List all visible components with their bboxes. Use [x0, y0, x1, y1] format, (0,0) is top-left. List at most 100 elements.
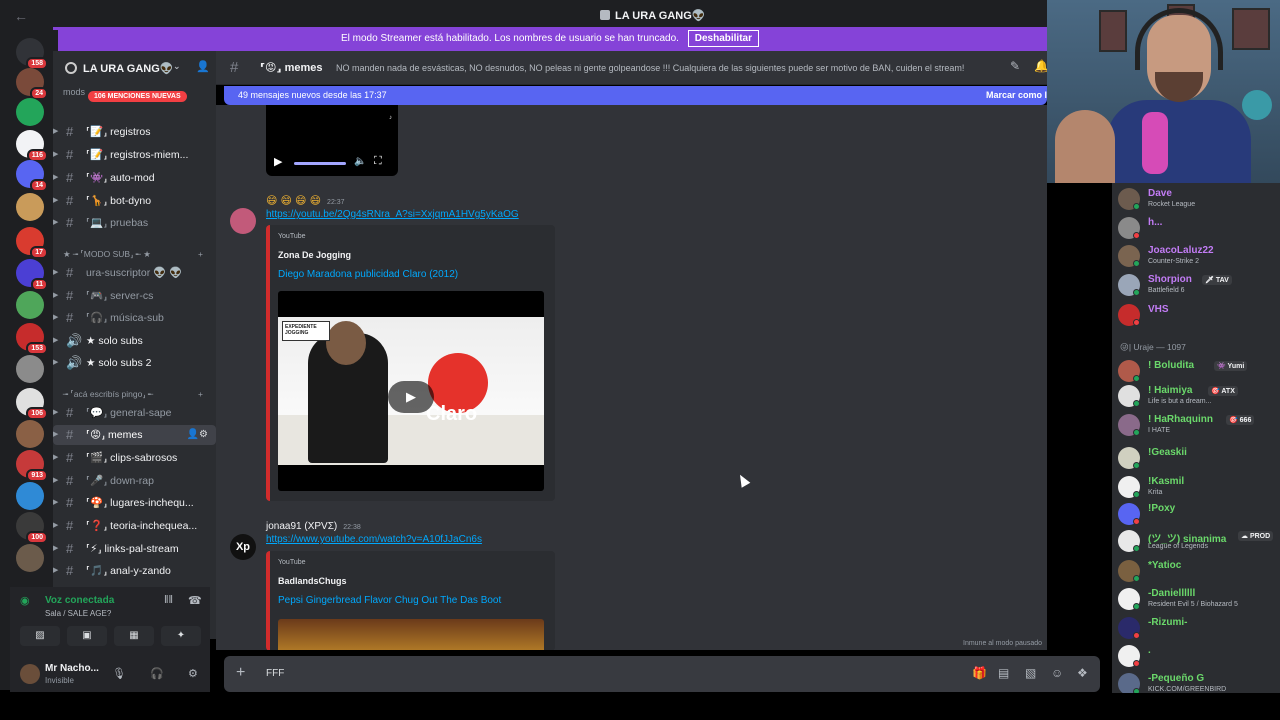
invite-people-icon[interactable]: 👤: [196, 60, 210, 73]
avatar[interactable]: [230, 208, 256, 234]
channel-item[interactable]: ▶ # ⸢🎮⸥ server-cs: [53, 286, 216, 306]
expand-arrow-icon[interactable]: ▶: [53, 122, 58, 142]
member-item[interactable]: h...: [1118, 215, 1278, 241]
expand-arrow-icon[interactable]: ▶: [53, 403, 58, 423]
channel-item[interactable]: ▶ # ⸢⚡⸥ links-pal-stream: [53, 539, 216, 559]
microphone-icon[interactable]: 🎙: [112, 667, 126, 680]
camera-off-button[interactable]: ▨: [20, 626, 60, 646]
channel-item[interactable]: ▶ # ⸢🎧⸥ música-sub: [53, 308, 216, 328]
channel-item[interactable]: ▶ # ⸢❓⸥ teoria-inchequea...: [53, 516, 216, 536]
server-icon[interactable]: [16, 98, 44, 126]
avatar[interactable]: Xp: [230, 534, 256, 560]
server-icon[interactable]: 913: [16, 450, 48, 482]
gear-icon[interactable]: ⚙: [188, 667, 198, 680]
screen-share-button[interactable]: ▣: [67, 626, 107, 646]
expand-arrow-icon[interactable]: ▶: [53, 145, 58, 165]
channel-item[interactable]: ▶ 🔊 ★ solo subs: [53, 331, 216, 351]
progress-bar[interactable]: [294, 162, 346, 165]
server-icon[interactable]: 14: [16, 160, 48, 192]
member-item[interactable]: !Poxy: [1118, 501, 1278, 527]
server-icon[interactable]: [16, 482, 44, 510]
server-header[interactable]: LA URA GANG👽 ⌄ 👤: [53, 51, 216, 85]
expand-arrow-icon[interactable]: ▶: [53, 331, 58, 351]
add-channel-icon[interactable]: +: [198, 389, 203, 399]
expand-arrow-icon[interactable]: ▶: [53, 308, 58, 328]
message-link[interactable]: https://youtu.be/2Qg4sRNra_A?si=XxjqmA1H…: [266, 209, 519, 220]
noise-suppression-icon[interactable]: ǁǁ: [164, 594, 173, 606]
disconnect-icon[interactable]: ☎: [188, 594, 202, 607]
member-item[interactable]: VHS: [1118, 302, 1278, 328]
embed-channel[interactable]: BadlandsChugs: [278, 576, 347, 586]
message-composer[interactable]: + FFF 🎁 ▤ ▧ ☺ ❖: [224, 656, 1100, 692]
headphones-icon[interactable]: 🎧: [150, 667, 164, 680]
expand-arrow-icon[interactable]: ▶: [53, 168, 58, 188]
channel-item[interactable]: ▶ # ⸢🎤⸥ down-rap: [53, 471, 216, 491]
server-icon[interactable]: [16, 544, 44, 572]
channel-item[interactable]: ▶ 🔊 ★ solo subs 2: [53, 353, 216, 373]
expand-arrow-icon[interactable]: ▶: [53, 516, 58, 536]
expand-arrow-icon[interactable]: ▶: [53, 471, 58, 491]
expand-arrow-icon[interactable]: ▶: [53, 286, 58, 306]
new-messages-bar[interactable]: 49 mensajes nuevos desde las 17:37 Marca…: [224, 86, 1047, 105]
message-author[interactable]: jonaa91 (ΧΡVΣ) 22:38: [266, 521, 361, 532]
expand-arrow-icon[interactable]: ▶: [53, 448, 58, 468]
expand-arrow-icon[interactable]: ▶: [53, 263, 58, 283]
threads-icon[interactable]: ✎: [1010, 59, 1020, 73]
play-icon[interactable]: ▶: [274, 155, 282, 168]
gif-icon[interactable]: ▤: [998, 666, 1009, 680]
member-item[interactable]: JoacoLaluz22 Counter-Strike 2: [1118, 243, 1278, 269]
server-icon[interactable]: 17: [16, 227, 48, 259]
user-name[interactable]: Mr Nacho...: [45, 663, 99, 674]
channel-item[interactable]: ▶ # ⸢📝⸥ registros-miem...: [53, 145, 216, 165]
channel-item[interactable]: ▶ # ⸢🦒⸥ bot-dyno: [53, 191, 216, 211]
apps-icon[interactable]: ❖: [1077, 666, 1088, 680]
channel-item[interactable]: ▶ # ura-suscriptor 👽 👽: [53, 263, 216, 283]
embed-title-link[interactable]: Diego Maradona publicidad Claro (2012): [278, 269, 458, 280]
play-icon[interactable]: ▶: [388, 381, 434, 413]
embed-channel[interactable]: Zona De Jogging: [278, 250, 351, 260]
expand-arrow-icon[interactable]: ▶: [53, 191, 58, 211]
member-item[interactable]: Shorpion Battlefield 6 🗡 TAV: [1118, 272, 1278, 298]
add-channel-icon[interactable]: +: [198, 249, 203, 259]
member-item[interactable]: !Kasmil Krita: [1118, 474, 1278, 500]
new-mentions-pill[interactable]: 106 MENCIONES NUEVAS: [88, 91, 187, 102]
member-item[interactable]: ! Boludita 👾 Yumi: [1118, 358, 1278, 384]
category-header[interactable]: ★ ╼ ⸢MODO SUB⸥ ╾ ★ +: [63, 249, 203, 260]
gift-icon[interactable]: 🎁: [972, 666, 987, 680]
expand-arrow-icon[interactable]: ▶: [53, 213, 58, 233]
member-item[interactable]: !Geaskii: [1118, 445, 1278, 471]
channel-settings-icon[interactable]: 👤⚙: [187, 425, 208, 445]
member-item[interactable]: (ツ_ツ) sinanima League of Legends ☁ PROD: [1118, 528, 1278, 554]
voice-room[interactable]: Sala / SALE AGE?: [45, 609, 111, 618]
activities-button[interactable]: ▦: [114, 626, 154, 646]
volume-icon[interactable]: 🔈: [354, 156, 366, 167]
server-icon[interactable]: 158: [16, 38, 48, 70]
member-item[interactable]: -Daniellllll Resident Evil 5 / Biohazard …: [1118, 586, 1278, 612]
member-item[interactable]: *Yatioc: [1118, 558, 1278, 584]
sticker-icon[interactable]: ▧: [1025, 666, 1036, 680]
avatar[interactable]: [20, 664, 40, 684]
signal-icon[interactable]: ◉: [20, 594, 30, 607]
channel-item[interactable]: ▶ # ⸢📝⸥ registros: [53, 122, 216, 142]
server-icon[interactable]: 24: [16, 68, 48, 100]
server-icon[interactable]: [16, 193, 44, 221]
attach-plus-icon[interactable]: +: [236, 664, 245, 682]
channel-item[interactable]: ▶ # ⸢💬⸥ general-sape: [53, 403, 216, 423]
member-item[interactable]: -Pequeño G KICK.COM/GREENBIRD: [1118, 671, 1278, 693]
back-arrow-icon[interactable]: ←: [14, 8, 28, 24]
server-icon[interactable]: [16, 355, 44, 383]
channel-item[interactable]: ▶ # ⸢💻⸥ pruebas: [53, 213, 216, 233]
channel-item[interactable]: ▶ # ⸢🎬⸥ clips-sabrosos: [53, 448, 216, 468]
fullscreen-icon[interactable]: ⛶: [374, 155, 382, 168]
channel-item[interactable]: ▶ # ⸢🎵⸥ anal-y-zando: [53, 561, 216, 581]
author-name[interactable]: jonaa91 (ΧΡVΣ): [266, 521, 337, 532]
voice-status[interactable]: Voz conectada: [45, 595, 114, 606]
category-header[interactable]: ╼ ⸢acá escribís pingo⸥ ╾ +: [63, 389, 203, 400]
server-icon[interactable]: 100: [16, 512, 48, 544]
expand-arrow-icon[interactable]: ▶: [53, 353, 58, 373]
channel-item[interactable]: ▶ # ⸢😡⸥ memes 👤⚙: [53, 425, 216, 445]
message-link[interactable]: https://www.youtube.com/watch?v=A10fJJaC…: [266, 534, 482, 545]
server-icon[interactable]: 153: [16, 323, 48, 355]
chevron-down-icon[interactable]: ⌄: [173, 61, 181, 72]
expand-arrow-icon[interactable]: ▶: [53, 561, 58, 581]
